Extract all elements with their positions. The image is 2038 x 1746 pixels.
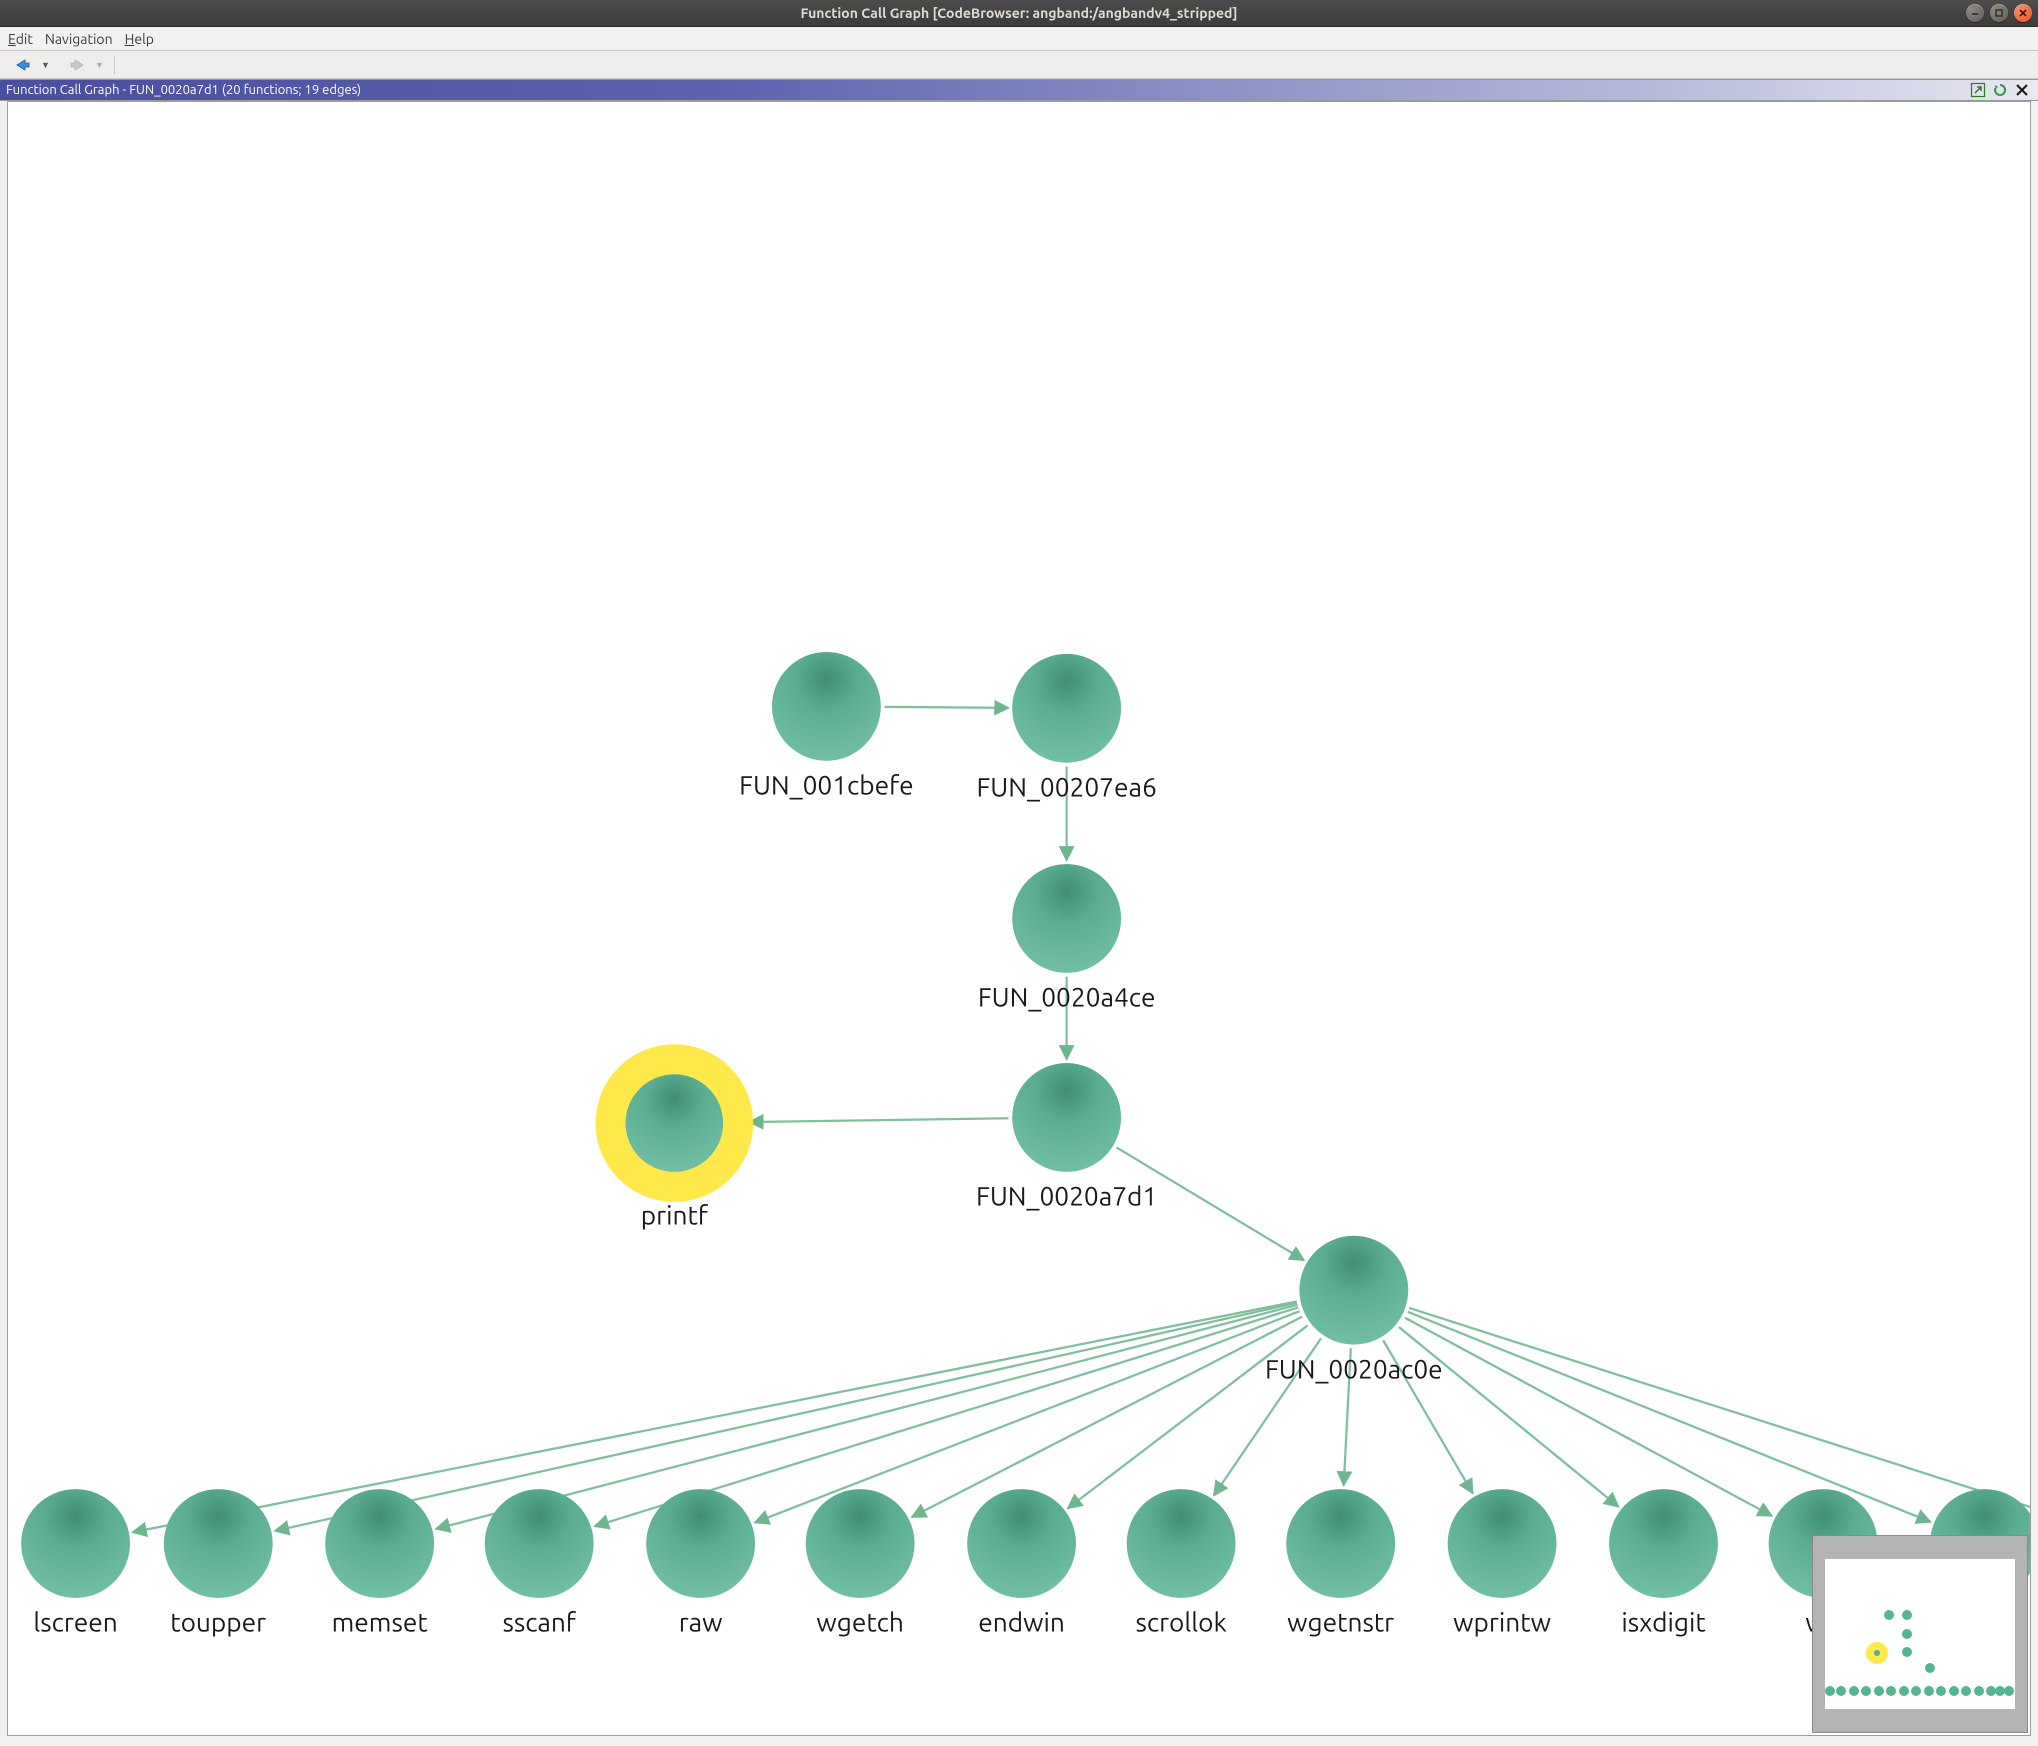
graph-node[interactable]: printf [596,1044,754,1229]
graph-node[interactable]: lscreen [21,1489,130,1637]
minimap-node [1899,1686,1909,1696]
close-button[interactable] [2014,4,2032,22]
panel-close-button[interactable] [2012,81,2032,99]
graph-node[interactable]: FUN_001cbefe [739,652,913,800]
panel-header: Function Call Graph - FUN_0020a7d1 (20 f… [0,79,2038,101]
minimap-node [1911,1686,1921,1696]
graph-node[interactable]: toupper [164,1489,273,1637]
graph-node-label: memset [332,1608,428,1637]
graph-node-label: wprintw [1453,1608,1551,1637]
graph-node[interactable]: FUN_0020a4ce [978,864,1156,1012]
minimap-node [1902,1610,1912,1620]
refresh-icon [1992,82,2008,98]
minimap-node [1949,1686,1959,1696]
graph-node-label: printf [641,1200,709,1229]
arrow-left-icon [13,57,33,73]
menubar: Edit Navigation Help [0,27,2038,51]
graph-node[interactable]: endwin [967,1489,1076,1637]
graph-node-label: wgetch [816,1608,903,1637]
graph-node[interactable]: isxdigit [1609,1489,1718,1637]
minimap-node [1902,1647,1912,1657]
nav-forward-dropdown[interactable]: ▼ [95,60,104,70]
graph-node-label: FUN_00207ea6 [976,772,1156,801]
window-controls [1966,4,2032,22]
minimap-node [1961,1686,1971,1696]
graph-node-label: FUN_0020a4ce [978,983,1156,1012]
graph-node[interactable]: wgetnstr [1286,1489,1395,1637]
graph-node-label: isxdigit [1621,1608,1705,1637]
minimap-node [2004,1686,2014,1696]
close-icon [2015,83,2029,97]
graph-node[interactable]: wgetch [806,1489,915,1637]
menu-navigation[interactable]: Navigation [45,31,113,47]
graph-node-label: toupper [170,1608,266,1637]
graph-node-label: wgetnstr [1287,1608,1394,1637]
graph-edge [1405,1318,1772,1516]
minimap-node [1874,1686,1884,1696]
graph-edge [912,1317,1302,1517]
minimap-node [1925,1663,1935,1673]
toolbar-separator [114,56,115,74]
graph-node[interactable]: memset [325,1489,434,1637]
panel-navigate-button[interactable] [1968,81,1988,99]
nav-back-button[interactable] [10,55,36,75]
minimap-node [1974,1686,1984,1696]
minimap-node [1849,1686,1859,1696]
minimap-node [1836,1686,1846,1696]
panel-refresh-button[interactable] [1990,81,2010,99]
graph-node-label: FUN_0020ac0e [1265,1354,1443,1383]
minimap-node [1861,1686,1871,1696]
minimap-node [1872,1648,1882,1658]
nav-back-dropdown[interactable]: ▼ [41,60,50,70]
minimap-node [1924,1686,1934,1696]
graph-node-label: scrollok [1135,1608,1226,1637]
graph-node[interactable]: raw [646,1489,755,1637]
graph-edge [275,1303,1297,1531]
graph-edge [1068,1325,1308,1508]
graph-node[interactable]: FUN_0020a7d1 [976,1063,1157,1211]
menu-help[interactable]: Help [125,31,154,47]
panel-title: Function Call Graph - FUN_0020a7d1 (20 f… [6,83,361,97]
minimap-node [1825,1686,1835,1696]
minimap-node [1884,1610,1894,1620]
graph-node[interactable]: scrollok [1127,1489,1236,1637]
graph-node-label: endwin [978,1608,1065,1637]
window-titlebar: Function Call Graph [CodeBrowser: angban… [0,0,2038,27]
nav-forward-button[interactable] [64,55,90,75]
menu-edit[interactable]: Edit [8,31,33,47]
minimize-button[interactable] [1966,4,1984,22]
graph-node-label: FUN_0020a7d1 [976,1182,1157,1211]
minimap-node [1936,1686,1946,1696]
graph-node-label: raw [679,1608,723,1637]
graph-node[interactable]: sscanf [485,1489,594,1637]
graph-node-label: FUN_001cbefe [739,771,913,800]
graph-node-label: lscreen [33,1608,117,1637]
navigate-in-icon [1970,82,1986,98]
arrow-right-icon [67,57,87,73]
toolbar: ▼ ▼ [0,51,2038,79]
graph-node[interactable]: wprintw [1448,1489,1557,1637]
minimap-node [1902,1629,1912,1639]
graph-canvas[interactable]: FUN_001cbefe FUN_00207ea6 FUN_0020a4ce FUN_… [7,101,2031,1736]
graph-edge [885,707,1009,708]
graph-minimap[interactable] [1812,1535,2028,1733]
minimap-node [1886,1686,1896,1696]
window-title: Function Call Graph [CodeBrowser: angban… [801,5,1238,21]
graph-node-label: sscanf [502,1608,576,1637]
maximize-button[interactable] [1990,4,2008,22]
graph-node[interactable]: FUN_00207ea6 [976,654,1156,802]
graph-edge [749,1118,1008,1122]
